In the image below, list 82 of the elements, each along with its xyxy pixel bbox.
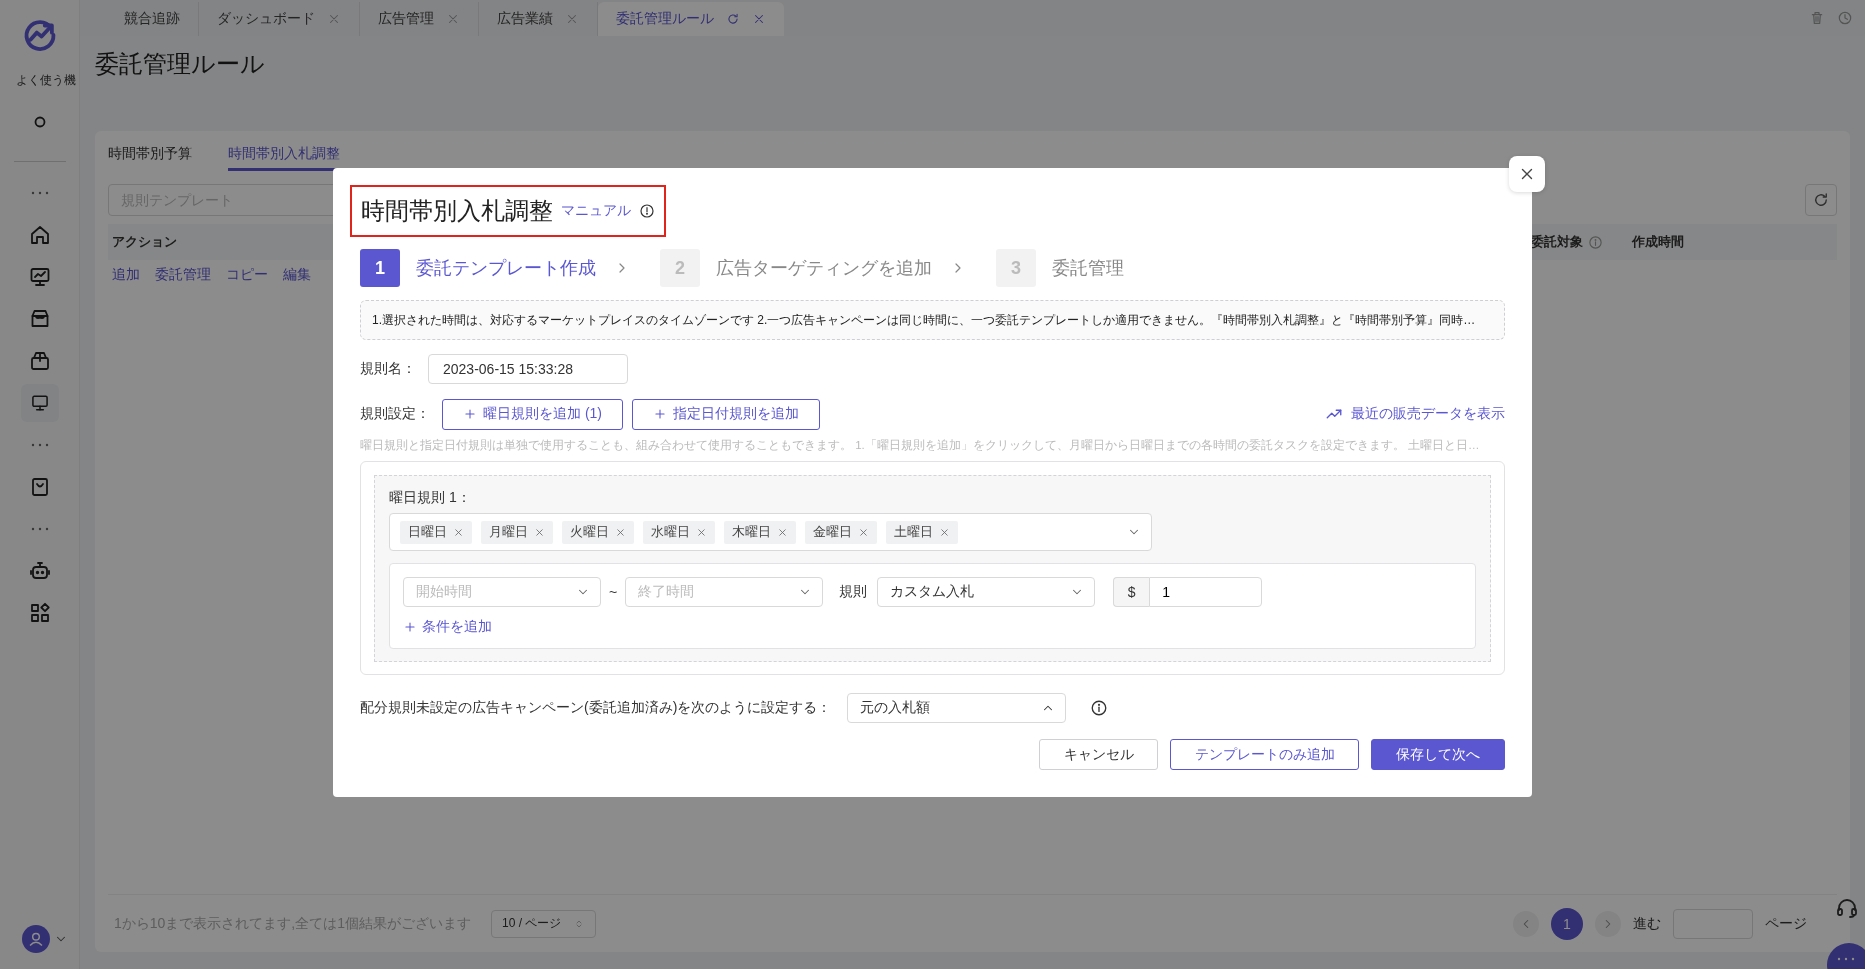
rule-label: 規則 bbox=[839, 583, 868, 601]
action-link[interactable]: 追加 bbox=[112, 266, 140, 284]
step-number: 1 bbox=[360, 249, 400, 287]
manual-link[interactable]: マニュアル bbox=[561, 202, 631, 220]
remove-icon[interactable] bbox=[696, 526, 707, 538]
bid-select[interactable]: 元の入札額 bbox=[847, 693, 1067, 723]
column-header: 委託対象 bbox=[1531, 233, 1583, 251]
close-icon[interactable] bbox=[565, 12, 579, 26]
action-link[interactable]: コピー bbox=[226, 266, 268, 284]
remove-icon[interactable] bbox=[939, 526, 950, 538]
step-label: 委託管理 bbox=[1052, 257, 1124, 280]
close-icon[interactable] bbox=[752, 12, 766, 26]
info-icon[interactable] bbox=[1090, 699, 1109, 717]
rule-name-field[interactable]: 2023-06-15 15:33:28 bbox=[428, 354, 628, 384]
day-tag: 火曜日 bbox=[562, 520, 634, 544]
notice-text: 1.選択された時間は、対応するマーケットプレイスのタイムゾーンです 2.一つ広告キャンペーンは同じ時間に、一つ委託テンプレートしか適用できません。『時間帯別入札調整』と『時間帯別予算』同時… bbox=[360, 300, 1505, 340]
day-tag: 木曜日 bbox=[724, 520, 796, 544]
day-tag: 水曜日 bbox=[643, 520, 715, 544]
dialog-title: 時間帯別入札調整 bbox=[361, 196, 553, 226]
tab[interactable]: 委託管理ルール bbox=[598, 2, 784, 36]
goto-label: 進む bbox=[1633, 914, 1661, 933]
rule-select[interactable]: カスタム入札 bbox=[877, 577, 1096, 607]
weekday-select[interactable]: 日曜日 月曜日 火曜日 水曜日 木曜日 金曜日 土曜日 bbox=[389, 513, 1152, 551]
column-header: アクション bbox=[112, 233, 177, 251]
remove-icon[interactable] bbox=[534, 526, 545, 538]
plus-icon bbox=[653, 407, 667, 421]
currency-addon: $ bbox=[1113, 577, 1150, 607]
more-icon[interactable] bbox=[30, 191, 49, 195]
cancel-button[interactable]: キャンセル bbox=[1039, 739, 1158, 770]
tab[interactable]: 広告管理 bbox=[360, 2, 479, 36]
step-number: 2 bbox=[660, 249, 700, 287]
plus-icon bbox=[463, 407, 477, 421]
day-tag: 金曜日 bbox=[805, 520, 877, 544]
page-label: ページ bbox=[1765, 914, 1807, 933]
day-tag: 月曜日 bbox=[481, 520, 553, 544]
sales-data-link[interactable]: 最近の販売データを表示 bbox=[1325, 405, 1505, 423]
remove-icon[interactable] bbox=[453, 526, 464, 538]
column-header: 作成時間 bbox=[1632, 233, 1684, 251]
separator: ~ bbox=[609, 584, 618, 600]
page-number[interactable]: 1 bbox=[1551, 907, 1583, 940]
monitor-icon[interactable] bbox=[20, 384, 59, 422]
clock-icon[interactable] bbox=[1837, 10, 1853, 26]
action-link[interactable]: 委託管理 bbox=[155, 266, 211, 284]
user-avatar[interactable] bbox=[21, 925, 50, 953]
close-button[interactable] bbox=[1509, 156, 1545, 192]
tab[interactable]: 時間帯別予算 bbox=[108, 145, 192, 171]
step-label: 広告ターゲティングを追加 bbox=[716, 257, 932, 280]
remove-icon[interactable] bbox=[615, 526, 626, 538]
refresh-button[interactable] bbox=[1805, 184, 1837, 216]
rule-title: 曜日規則 1： bbox=[389, 489, 472, 507]
tab[interactable]: ダッシュボード bbox=[199, 2, 360, 36]
remove-icon[interactable] bbox=[777, 526, 788, 538]
field-label: 規則名： bbox=[360, 360, 416, 378]
field-label: 規則設定： bbox=[360, 405, 430, 423]
page-size-select[interactable]: 10 / ページ bbox=[491, 909, 597, 938]
plus-icon bbox=[403, 620, 417, 634]
amount-field[interactable]: 1 bbox=[1149, 577, 1263, 607]
more-icon[interactable] bbox=[30, 443, 49, 447]
day-tag: 土曜日 bbox=[886, 520, 958, 544]
refresh-icon[interactable] bbox=[726, 12, 740, 26]
more-icon bbox=[1837, 957, 1855, 961]
field-label: 配分規則未設定の広告キャンペーン(委託追加済み)を次のように設定する： bbox=[360, 699, 832, 717]
add-template-button[interactable]: テンプレートのみ追加 bbox=[1170, 739, 1359, 770]
more-icon[interactable] bbox=[30, 527, 49, 531]
alert-icon[interactable] bbox=[639, 203, 655, 219]
save-next-button[interactable]: 保存して次へ bbox=[1371, 739, 1505, 770]
add-rule-button[interactable]: 曜日規則を追加 (1) bbox=[442, 398, 623, 430]
page-title: 委託管理ルール bbox=[95, 49, 266, 79]
add-condition-link[interactable]: 条件を追加 bbox=[403, 618, 492, 636]
remove-icon[interactable] bbox=[858, 526, 869, 538]
tab[interactable]: 競合追跡 bbox=[106, 2, 199, 36]
action-link[interactable]: 編集 bbox=[283, 266, 311, 284]
refresh-icon bbox=[1812, 191, 1830, 209]
add-rule-button[interactable]: 指定日付規則を追加 bbox=[632, 398, 820, 430]
close-icon[interactable] bbox=[327, 12, 341, 26]
step-number: 3 bbox=[996, 249, 1036, 287]
trash-icon[interactable] bbox=[1809, 10, 1825, 26]
day-tag: 日曜日 bbox=[400, 520, 472, 544]
close-icon[interactable] bbox=[446, 12, 460, 26]
headset-icon[interactable] bbox=[1835, 896, 1859, 920]
step-label: 委託テンプレート作成 bbox=[416, 257, 596, 280]
section-label: よく使う機 bbox=[15, 72, 77, 89]
